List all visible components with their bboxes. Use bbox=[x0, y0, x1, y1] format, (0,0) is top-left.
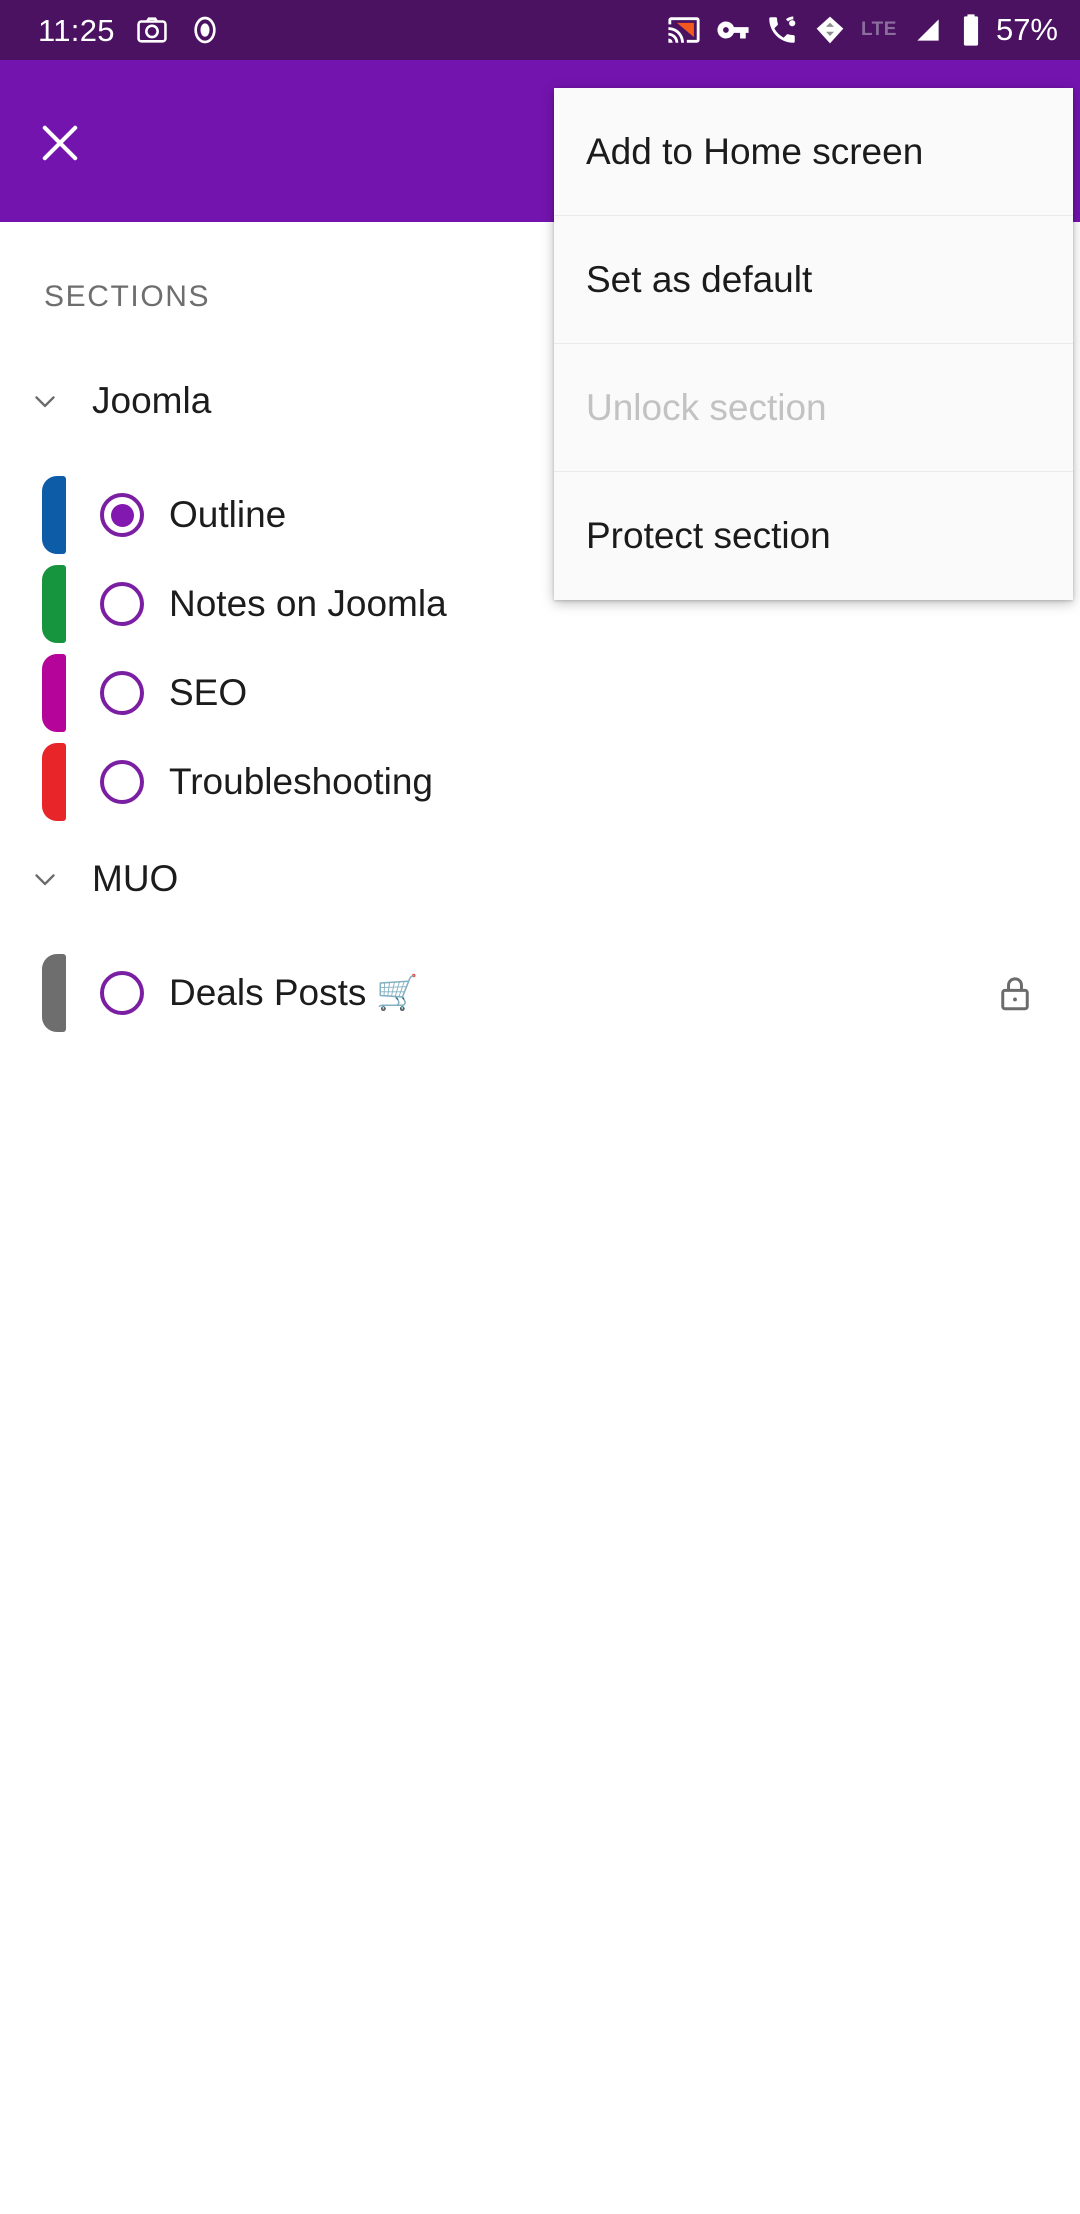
status-bar-left: 11:25 bbox=[38, 13, 221, 47]
camera-icon bbox=[135, 13, 169, 47]
section-color-swatch bbox=[34, 560, 78, 648]
overflow-popup-menu: Add to Home screen Set as default Unlock… bbox=[554, 88, 1073, 600]
close-drawer-button[interactable] bbox=[31, 114, 89, 172]
group-header-muo[interactable]: MUO bbox=[0, 846, 1080, 912]
section-row-seo[interactable]: SEO bbox=[0, 649, 1080, 737]
signal-bars-icon bbox=[912, 14, 944, 46]
section-label: Troubleshooting bbox=[169, 761, 433, 802]
section-row-deals-posts[interactable]: Deals Posts 🛒 bbox=[0, 949, 1080, 1037]
menu-item-add-to-home-screen[interactable]: Add to Home screen bbox=[554, 88, 1073, 216]
lock-icon[interactable] bbox=[992, 970, 1038, 1016]
section-radio[interactable] bbox=[100, 582, 144, 626]
battery-icon bbox=[959, 13, 983, 47]
sections-header-label: SECTIONS bbox=[44, 280, 211, 313]
network-type-label: LTE bbox=[860, 19, 897, 40]
record-circle-icon bbox=[189, 14, 221, 46]
section-label: Notes on Joomla bbox=[169, 583, 447, 624]
shopping-cart-emoji: 🛒 bbox=[376, 974, 419, 1012]
section-color-swatch bbox=[34, 471, 78, 559]
section-color-swatch bbox=[34, 949, 78, 1037]
call-wifi-icon bbox=[765, 13, 799, 47]
section-label-text: Deals Posts bbox=[169, 972, 367, 1013]
section-row-troubleshooting[interactable]: Troubleshooting bbox=[0, 738, 1080, 826]
chevron-down-icon bbox=[22, 384, 68, 418]
status-clock: 11:25 bbox=[38, 12, 115, 48]
menu-item-protect-section[interactable]: Protect section bbox=[554, 472, 1073, 600]
status-bar: 11:25 LTE 57% bbox=[0, 0, 1080, 60]
section-radio[interactable] bbox=[100, 971, 144, 1015]
section-label: Outline bbox=[169, 494, 287, 535]
phone-screen: 11:25 LTE 57% SECTIONS Joomla Outline No… bbox=[0, 0, 1080, 2214]
section-radio-selected[interactable] bbox=[100, 493, 144, 537]
section-label: SEO bbox=[169, 672, 248, 713]
menu-item-unlock-section: Unlock section bbox=[554, 344, 1073, 472]
vpn-key-icon bbox=[716, 13, 750, 47]
menu-item-set-as-default[interactable]: Set as default bbox=[554, 216, 1073, 344]
section-color-swatch bbox=[34, 738, 78, 826]
cast-screen-icon bbox=[667, 13, 701, 47]
group-title: Joomla bbox=[92, 380, 212, 421]
chevron-down-icon bbox=[22, 862, 68, 896]
location-diamond-icon bbox=[814, 14, 846, 46]
battery-percent-label: 57% bbox=[995, 12, 1058, 47]
section-label: Deals Posts 🛒 bbox=[169, 972, 419, 1014]
section-color-swatch bbox=[34, 649, 78, 737]
status-bar-right: LTE 57% bbox=[667, 12, 1058, 48]
section-radio[interactable] bbox=[100, 760, 144, 804]
group-title: MUO bbox=[92, 858, 179, 899]
section-radio[interactable] bbox=[100, 671, 144, 715]
